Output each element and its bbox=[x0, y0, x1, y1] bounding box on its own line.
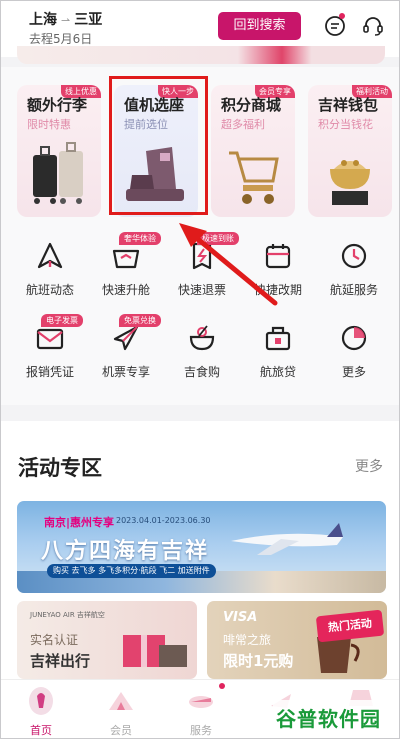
activity-title: 活动专区 bbox=[18, 456, 102, 480]
origin-city: 上海 bbox=[29, 12, 57, 28]
service-flight-status[interactable]: 航班动态 bbox=[15, 241, 85, 301]
tab-member[interactable]: 会员 bbox=[91, 686, 151, 737]
service-badge: 奢华体验 bbox=[119, 232, 161, 245]
tab-label: 首页 bbox=[30, 724, 52, 737]
feature-title: 吉祥钱包 bbox=[318, 96, 379, 114]
more-circle-icon bbox=[341, 325, 367, 351]
gift-box-icon bbox=[123, 635, 187, 667]
tab-service[interactable]: 服务 bbox=[171, 686, 231, 737]
activity-card-realname[interactable]: JUNEYAO AIR 吉祥航空 实名认证 吉祥出行 bbox=[17, 601, 197, 679]
visa-logo: VISA bbox=[223, 610, 258, 625]
service-badge: 免票兑换 bbox=[119, 314, 161, 327]
destination-city: 三亚 bbox=[74, 12, 103, 28]
watermark-text: 谷普软件园 bbox=[276, 707, 381, 731]
invoice-envelope-icon bbox=[36, 328, 64, 350]
feature-title: 积分商城 bbox=[221, 96, 282, 114]
app-screen: 上海 ⇀ 三亚 去程5月6日 回到搜索 线上优惠 额外行李 限时特惠 快人一步 … bbox=[0, 0, 400, 739]
feature-extra-baggage[interactable]: 线上优惠 额外行李 限时特惠 bbox=[17, 85, 101, 217]
route-arrow-icon: ⇀ bbox=[61, 14, 71, 27]
service-label: 航旅贷 bbox=[259, 365, 296, 379]
service-tab-dot bbox=[219, 683, 225, 689]
delay-clock-icon bbox=[341, 243, 367, 269]
message-unread-dot bbox=[339, 13, 345, 19]
service-label: 航班动态 bbox=[25, 283, 74, 297]
annotation-arrow-icon bbox=[179, 223, 278, 306]
card-line2: 吉祥出行 bbox=[30, 652, 91, 670]
card-line2: 限时1元购 bbox=[223, 652, 294, 670]
service-food[interactable]: 吉食购 bbox=[167, 323, 237, 383]
airplane-image-icon bbox=[231, 523, 343, 555]
service-badge: 电子发票 bbox=[41, 314, 83, 327]
feature-subtitle: 限时特惠 bbox=[27, 118, 71, 131]
promo-slogan: 八方四海有吉祥 bbox=[41, 539, 210, 564]
food-bowl-icon bbox=[189, 325, 215, 351]
activity-more-link[interactable]: 更多 bbox=[355, 456, 383, 476]
banner-peek bbox=[17, 46, 385, 64]
service-ticket-exclusive[interactable]: 机票专享 bbox=[91, 323, 161, 383]
luggage-icon bbox=[33, 142, 83, 204]
promo-dates: 2023.04.01-2023.06.30 bbox=[116, 516, 211, 525]
home-icon bbox=[29, 687, 53, 715]
top-header: 上海 ⇀ 三亚 去程5月6日 回到搜索 bbox=[1, 1, 399, 64]
service-label: 航延服务 bbox=[329, 283, 378, 297]
airline-brand: JUNEYAO AIR 吉祥航空 bbox=[30, 611, 105, 619]
route-summary[interactable]: 上海 ⇀ 三亚 bbox=[29, 9, 102, 29]
loan-bag-icon bbox=[265, 326, 291, 351]
tab-home[interactable]: 首页 bbox=[11, 686, 71, 737]
service-label: 报销凭证 bbox=[25, 365, 74, 379]
departure-date: 去程5月6日 bbox=[29, 32, 93, 46]
upgrade-basket-icon bbox=[112, 249, 140, 269]
purse-trophy-icon bbox=[330, 160, 370, 205]
tab-label: 服务 bbox=[190, 724, 212, 737]
service-label: 机票专享 bbox=[101, 365, 150, 379]
customer-service-icon[interactable] bbox=[361, 14, 385, 38]
card-line1: 实名认证 bbox=[30, 633, 79, 647]
feature-title: 额外行李 bbox=[27, 96, 88, 114]
service-label: 更多 bbox=[341, 365, 366, 379]
service-plane-icon bbox=[189, 696, 213, 708]
service-upgrade[interactable]: 快速升舱 bbox=[91, 241, 161, 301]
feature-subtitle: 积分当钱花 bbox=[318, 118, 373, 131]
service-delay[interactable]: 航延服务 bbox=[319, 241, 389, 301]
promo-banner[interactable]: 南京|惠州专享 2023.04.01-2023.06.30 八方四海有吉祥 购买… bbox=[17, 501, 386, 593]
tab-label: 会员 bbox=[110, 724, 132, 737]
feature-subtitle: 超多福利 bbox=[221, 118, 265, 131]
member-tent-icon bbox=[109, 692, 133, 710]
service-invoice[interactable]: 报销凭证 bbox=[15, 323, 85, 383]
feature-points-mall[interactable]: 会员专享 积分商城 超多福利 bbox=[211, 85, 295, 217]
card-line1: 啡常之旅 bbox=[223, 633, 272, 647]
back-to-search-button[interactable]: 回到搜索 bbox=[218, 12, 301, 40]
service-loan[interactable]: 航旅贷 bbox=[243, 323, 313, 383]
highlight-box bbox=[109, 76, 208, 215]
promo-place: 南京|惠州专享 bbox=[44, 516, 115, 529]
service-more[interactable]: 更多 bbox=[319, 323, 389, 383]
flight-status-icon bbox=[37, 242, 63, 269]
service-label: 吉食购 bbox=[183, 365, 220, 379]
promo-pill: 购买 去飞多 多飞多积分·航段 飞二 加送附件 bbox=[47, 564, 216, 578]
feature-wallet[interactable]: 福利活动 吉祥钱包 积分当钱花 bbox=[308, 85, 392, 217]
service-label: 快速升舱 bbox=[101, 283, 150, 297]
shopping-cart-icon bbox=[229, 151, 279, 204]
airplane-icon bbox=[113, 325, 139, 351]
